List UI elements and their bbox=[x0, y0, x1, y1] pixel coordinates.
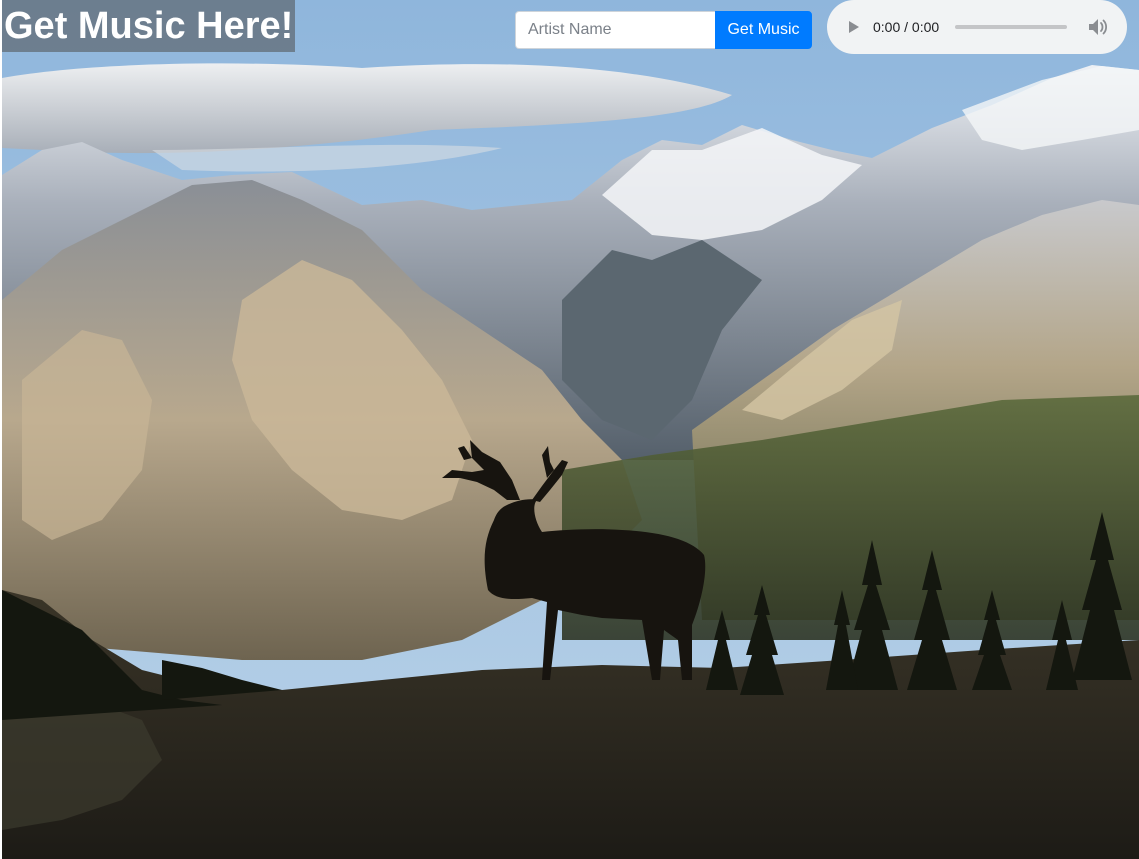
progress-slider[interactable] bbox=[955, 25, 1068, 29]
get-music-button[interactable]: Get Music bbox=[715, 11, 812, 49]
page-title: Get Music Here! bbox=[2, 0, 296, 52]
volume-button[interactable] bbox=[1087, 17, 1109, 37]
audio-player: 0:00 / 0:00 bbox=[827, 0, 1127, 54]
background-landscape-image bbox=[2, 0, 1139, 859]
artist-search-form: Get Music bbox=[515, 11, 812, 49]
artist-name-input[interactable] bbox=[515, 11, 715, 49]
play-button[interactable] bbox=[847, 19, 861, 35]
volume-icon bbox=[1089, 19, 1108, 35]
page: Get Music Here! Get Music 0:00 / 0:00 bbox=[0, 0, 1139, 859]
time-display: 0:00 / 0:00 bbox=[873, 19, 940, 35]
play-icon bbox=[849, 21, 859, 33]
